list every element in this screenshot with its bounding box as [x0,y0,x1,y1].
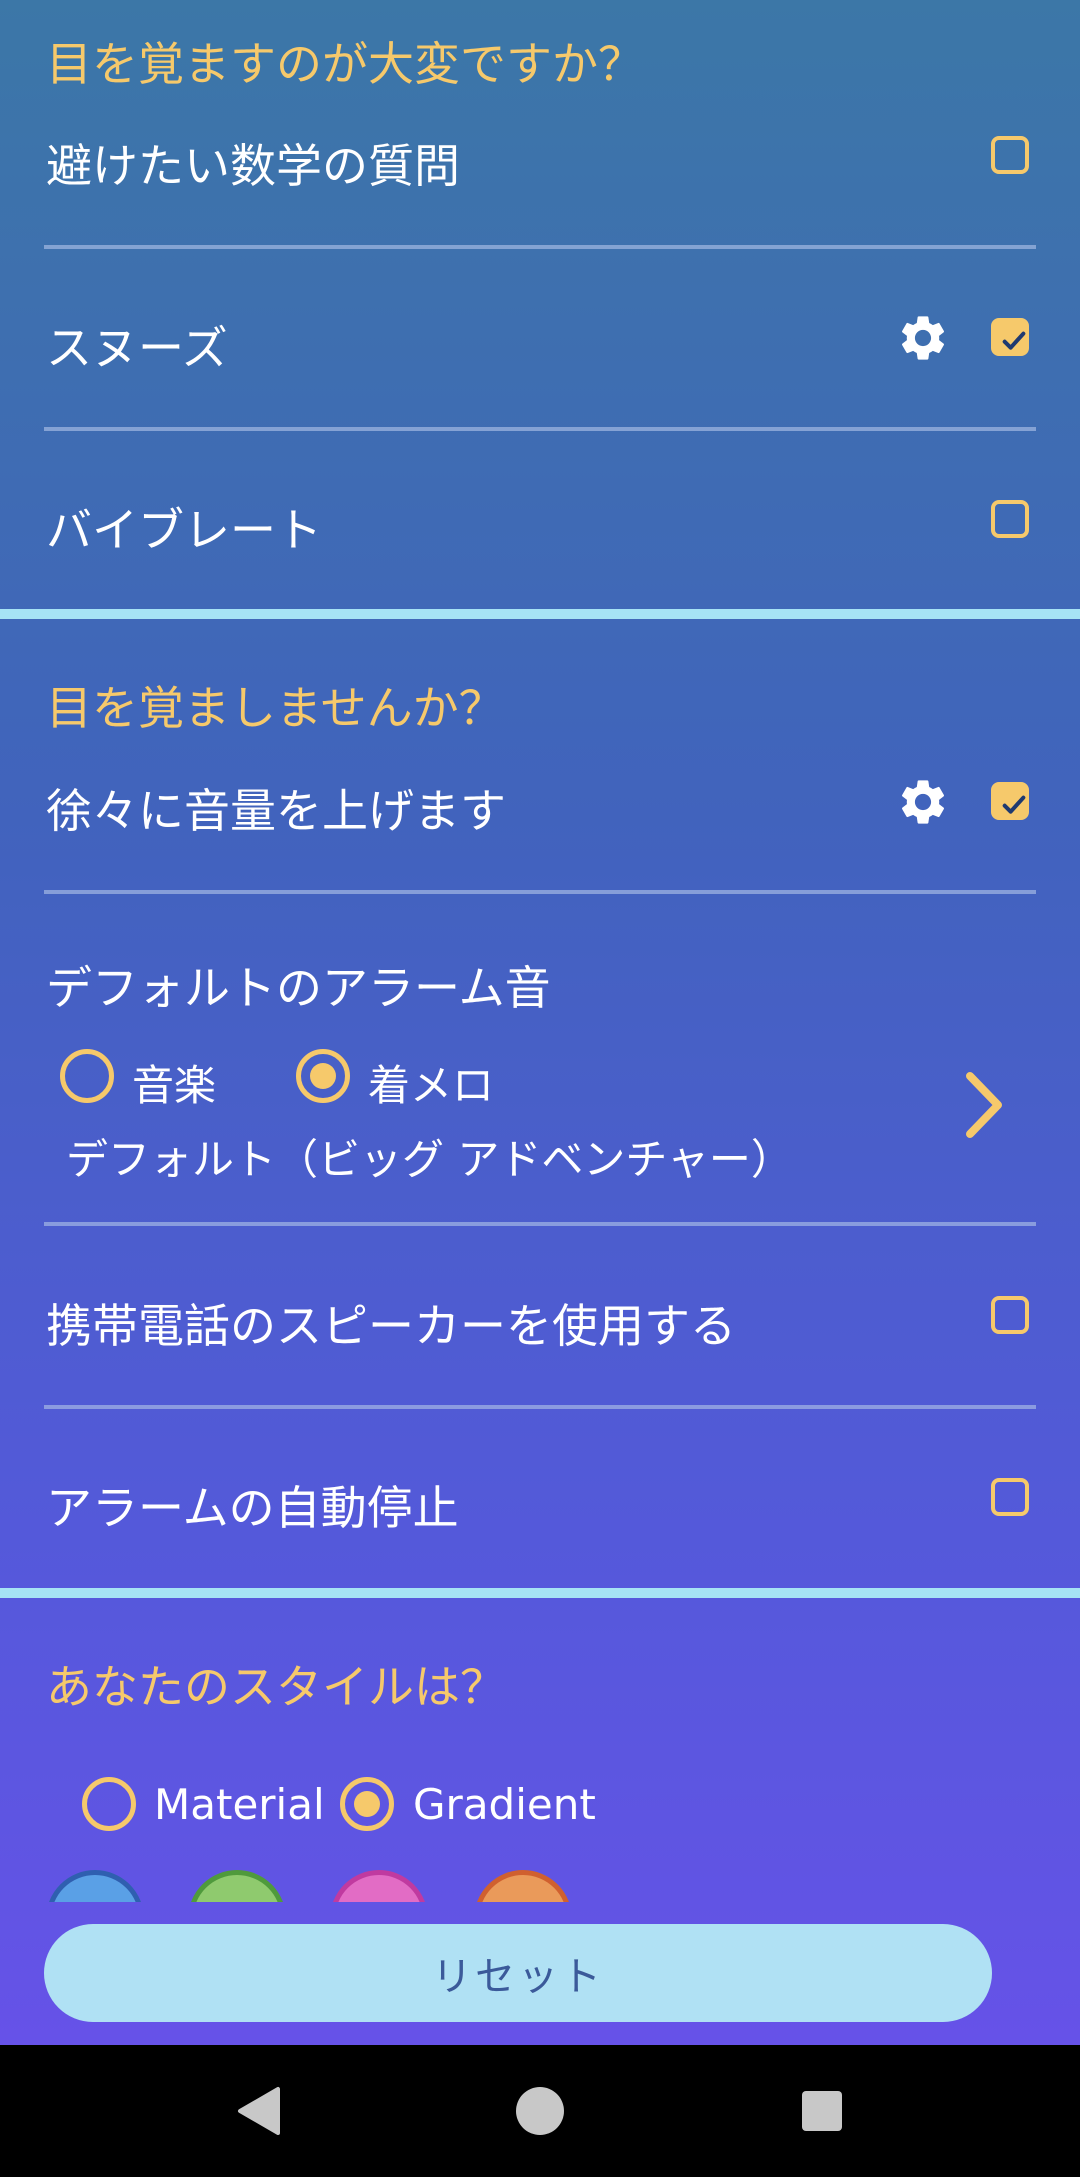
auto-stop-checkbox[interactable] [991,1478,1029,1516]
snooze-settings-gear-icon[interactable] [896,311,950,365]
divider [44,245,1036,249]
ringtone-radio-label: 着メロ [368,1061,495,1110]
row-label: バイブレート [46,503,322,557]
color-swatch-green[interactable] [188,1870,286,1902]
row-label: スヌーズ [46,321,228,375]
section-title-style: あなたのスタイルは？ [46,1660,506,1714]
swatch-row [0,1860,1080,1902]
system-navigation-bar [0,2045,1080,2177]
color-swatch-pink[interactable] [330,1870,428,1902]
recents-icon[interactable] [800,2089,844,2133]
reset-button[interactable]: リセット [44,1924,992,2022]
settings-screen: 目を覚ますのが大変ですか？ 避けたい数学の質問 スヌーズ バイブレート 目を覚ま… [0,0,1080,2045]
divider [44,1222,1036,1226]
section-title-hard-to-wake: 目を覚ますのが大変ですか？ [46,37,644,91]
ringtone-radio[interactable] [296,1049,350,1103]
divider [44,427,1036,431]
math-questions-checkbox[interactable] [991,136,1029,174]
row-label: 徐々に音量を上げます [46,784,506,838]
back-icon[interactable] [234,2085,286,2137]
gradient-radio-label: Gradient [413,1780,596,1829]
section-separator [0,609,1080,619]
row-label: 避けたい数学の質問 [46,139,460,193]
gradient-radio[interactable] [340,1777,394,1831]
check-icon [1002,795,1026,814]
default-alarm-label: デフォルトのアラーム音 [46,961,551,1015]
section-separator [0,1588,1080,1598]
divider [44,890,1036,894]
section-title-wake-up: 目を覚ましませんか？ [46,681,505,735]
music-radio-label: 音楽 [132,1061,217,1110]
material-radio-label: Material [154,1780,325,1829]
divider [44,1405,1036,1409]
color-swatch-blue[interactable] [46,1870,144,1902]
music-radio[interactable] [60,1049,114,1103]
current-tone-name: デフォルト（ビッグ アドベンチャー） [66,1135,793,1184]
row-label: 携帯電話のスピーカーを使用する [46,1299,736,1353]
home-icon[interactable] [514,2085,566,2137]
color-swatch-orange[interactable] [474,1870,572,1902]
check-icon [1002,331,1026,350]
snooze-checkbox[interactable] [991,318,1029,356]
phone-speaker-checkbox[interactable] [991,1296,1029,1334]
gradual-volume-checkbox[interactable] [991,782,1029,820]
row-label: アラームの自動停止 [46,1481,459,1535]
vibrate-checkbox[interactable] [991,500,1029,538]
gradual-volume-settings-gear-icon[interactable] [896,775,950,829]
chevron-right-icon[interactable] [958,1070,1008,1140]
material-radio[interactable] [82,1777,136,1831]
